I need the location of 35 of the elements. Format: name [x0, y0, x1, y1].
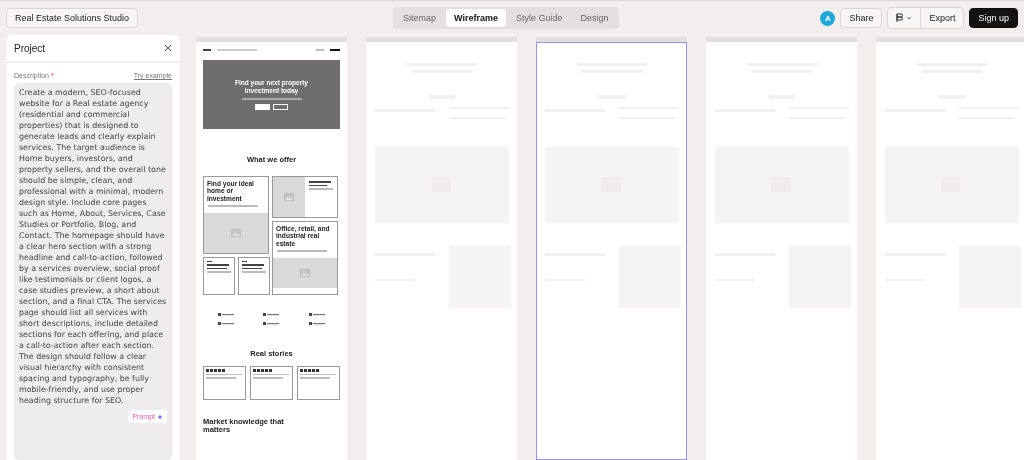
frame-header[interactable]: [876, 37, 1024, 42]
page-frame[interactable]: [536, 42, 687, 460]
client-logo-icon: [309, 321, 326, 325]
page-frame[interactable]: [876, 42, 1024, 460]
view-tab[interactable]: Sitemap: [395, 9, 445, 27]
frame-header[interactable]: [536, 37, 687, 42]
service-card: [238, 256, 270, 295]
view-tab[interactable]: Style Guide: [508, 9, 571, 27]
page-frame[interactable]: [366, 42, 517, 460]
share-button[interactable]: Share: [840, 8, 883, 28]
hero-button: [255, 103, 270, 110]
project-name-button[interactable]: Real Estate Solutions Studio: [6, 8, 139, 28]
image-icon: [300, 268, 310, 277]
hero-button: [273, 103, 288, 110]
client-logo-icon: [309, 312, 326, 316]
view-tab[interactable]: Wireframe: [446, 9, 507, 27]
sign-up-button[interactable]: Sign up: [969, 8, 1018, 28]
service-card: [203, 256, 235, 295]
figma-icon: [896, 13, 904, 23]
frame-header[interactable]: [196, 37, 347, 42]
frame-header[interactable]: [706, 37, 857, 42]
client-logo-icon: [217, 312, 234, 316]
chevron-down-icon: [906, 16, 913, 20]
frame-header[interactable]: [366, 37, 517, 42]
panel-title: Project: [14, 42, 46, 54]
export-button[interactable]: Export: [920, 8, 964, 28]
client-logo-icon: [217, 321, 234, 325]
image-icon: [284, 193, 294, 201]
client-logo-icon: [263, 321, 280, 325]
client-logo-icon: [263, 312, 280, 316]
sparkle-icon: [157, 413, 163, 420]
view-tab[interactable]: Design: [572, 9, 617, 27]
close-icon[interactable]: [164, 44, 172, 52]
image-icon: [231, 228, 241, 237]
page-frame[interactable]: [706, 42, 857, 460]
